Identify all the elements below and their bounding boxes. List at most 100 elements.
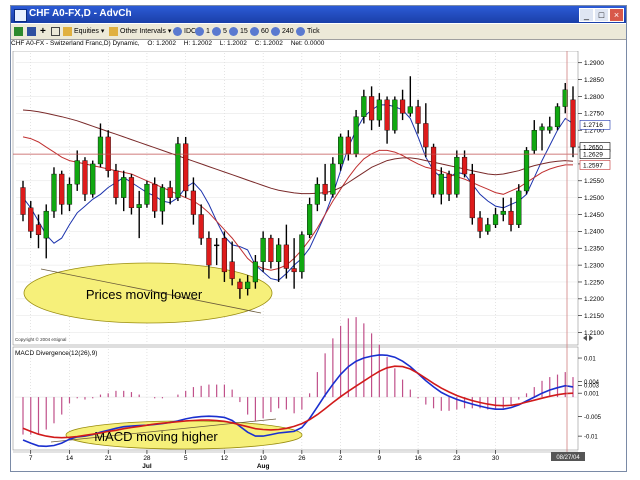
- x-tick-label: 30: [492, 455, 500, 462]
- quote-info-bar: CHF A0-FX - Switzerland Franc,D) Dynamic…: [11, 40, 571, 51]
- candle-body: [330, 163, 336, 195]
- macd-tick-label: -0.005: [584, 415, 602, 421]
- other-intervals-menu[interactable]: Other Intervals ▾: [109, 26, 171, 37]
- price-tick-label: 1.2350: [584, 246, 604, 253]
- macd-tick-label: -0.01: [584, 434, 598, 440]
- candle-body: [128, 177, 135, 208]
- cursor-icon[interactable]: [51, 26, 62, 37]
- candle-body: [97, 136, 104, 165]
- candle-body: [345, 136, 351, 155]
- window-title: CHF A0-FX,D - AdvCh: [29, 8, 132, 19]
- price-tick-label: 1.2800: [584, 94, 604, 101]
- candle-body: [485, 224, 491, 232]
- candle-body: [59, 173, 65, 205]
- folder-icon: [63, 26, 72, 36]
- macd-axis: 0.010.0040.0030.001-0.005-0.01: [578, 356, 602, 440]
- x-tick-label: 16: [414, 455, 422, 462]
- x-tick-label: 21: [105, 455, 113, 462]
- candle-body: [570, 99, 576, 148]
- macd-title: MACD Divergence(12(26),9): [15, 350, 97, 357]
- price-tick-label: 1.2850: [584, 77, 604, 84]
- x-tick-label: 23: [453, 455, 461, 462]
- price-axis: 1.29001.28501.28001.27501.27001.26501.26…: [578, 60, 604, 337]
- month-label: Jul: [142, 463, 152, 470]
- candle-body: [121, 177, 127, 198]
- macd-tick-label: 0.01: [584, 356, 596, 362]
- x-tick-label: 26: [298, 455, 306, 462]
- x-axis: 7 14 21 28 5 12 19 26 2 9 16 23 30 Jul Aug: [13, 450, 578, 470]
- x-tick-label: 2: [339, 455, 343, 462]
- candle-body: [260, 237, 266, 262]
- interval-240-button[interactable]: 240: [271, 26, 294, 37]
- folder-icon: [109, 26, 118, 36]
- interval-tick-button[interactable]: Tick: [296, 26, 320, 37]
- price-tick-label: 1.2750: [584, 111, 604, 118]
- high-value: H: 1.2002: [183, 40, 212, 47]
- candle-body: [113, 170, 119, 198]
- net-value: Net: 0.0000: [290, 40, 325, 47]
- candle-body: [554, 106, 561, 128]
- candle-body: [314, 183, 320, 205]
- title-bar: CHF A0-FX,D - AdvCh _ □ ×: [11, 6, 626, 23]
- x-tick-label: 7: [29, 455, 33, 462]
- cursor-date-label: 08/27/04: [556, 455, 580, 461]
- candle-body: [461, 156, 468, 175]
- candle-body: [547, 126, 553, 131]
- app-icon: [14, 9, 27, 22]
- interval-1-button[interactable]: 1: [195, 26, 210, 37]
- price-tick-label: 1.2250: [584, 279, 604, 286]
- candle-body: [415, 106, 421, 124]
- minimize-button[interactable]: _: [579, 8, 594, 22]
- candle-body: [252, 261, 258, 283]
- chart-canvas[interactable]: Prices moving lower 1.2900 1.2850 1.2800 1.…: [11, 51, 626, 471]
- toolbar: + Equities ▾ Other Intervals ▾ IDC 1 5 1…: [11, 24, 626, 40]
- symbol-description: CHF A0-FX - Switzerland Franc,D) Dynamic…: [11, 40, 140, 47]
- x-tick-label: 19: [260, 455, 268, 462]
- interval-15-button[interactable]: 15: [229, 26, 248, 37]
- candle-body: [423, 123, 429, 148]
- candle-body: [477, 217, 483, 232]
- candle-body: [283, 244, 289, 269]
- equities-menu[interactable]: Equities ▾: [63, 26, 104, 37]
- x-tick-label: 28: [143, 455, 151, 462]
- candle-body: [338, 136, 344, 165]
- candle-body: [469, 173, 475, 219]
- chart-options-icon[interactable]: [14, 26, 25, 37]
- price-annotation-text: Prices moving lower: [86, 287, 203, 302]
- price-tick-label: 1.2550: [584, 178, 604, 185]
- price-flag-label: 1.2716: [583, 122, 603, 129]
- price-tick-label: 1.2300: [584, 262, 604, 269]
- month-label: Aug: [257, 463, 270, 470]
- interval-5-button[interactable]: 5: [212, 26, 227, 37]
- chart-window: CHF A0-FX,D - AdvCh _ □ × + Equities ▾ O…: [10, 5, 627, 472]
- interval-idc-button[interactable]: IDC: [173, 26, 196, 37]
- price-annotation: Prices moving lower: [23, 262, 273, 324]
- price-tick-label: 1.2200: [584, 296, 604, 303]
- candle-body: [214, 244, 220, 247]
- layout-icon[interactable]: [27, 26, 38, 37]
- candle-body: [516, 190, 522, 225]
- maximize-button[interactable]: □: [594, 8, 609, 22]
- candle-body: [307, 204, 313, 235]
- price-flag-label: 1.2597: [583, 162, 603, 169]
- candle-body: [136, 204, 142, 208]
- candle-body: [20, 187, 26, 215]
- add-icon[interactable]: +: [40, 26, 46, 37]
- candle-body: [384, 99, 390, 131]
- candle-body: [152, 183, 158, 212]
- candle-body: [454, 156, 460, 195]
- candle-body: [183, 143, 189, 192]
- interval-60-button[interactable]: 60: [250, 26, 269, 37]
- candle-body: [90, 163, 96, 195]
- low-value: L: 1.2002: [219, 40, 247, 47]
- x-tick-label: 12: [221, 455, 229, 462]
- price-flag-label: 1.2629: [583, 152, 603, 159]
- candle-body: [492, 214, 499, 225]
- candle-body: [446, 173, 452, 195]
- close-button[interactable]: ×: [609, 8, 624, 22]
- candle-body: [66, 183, 73, 205]
- macd-tick-label: 0.001: [584, 391, 600, 397]
- candle-body: [368, 96, 375, 121]
- price-tick-label: 1.2500: [584, 195, 604, 202]
- candle-body: [523, 150, 530, 192]
